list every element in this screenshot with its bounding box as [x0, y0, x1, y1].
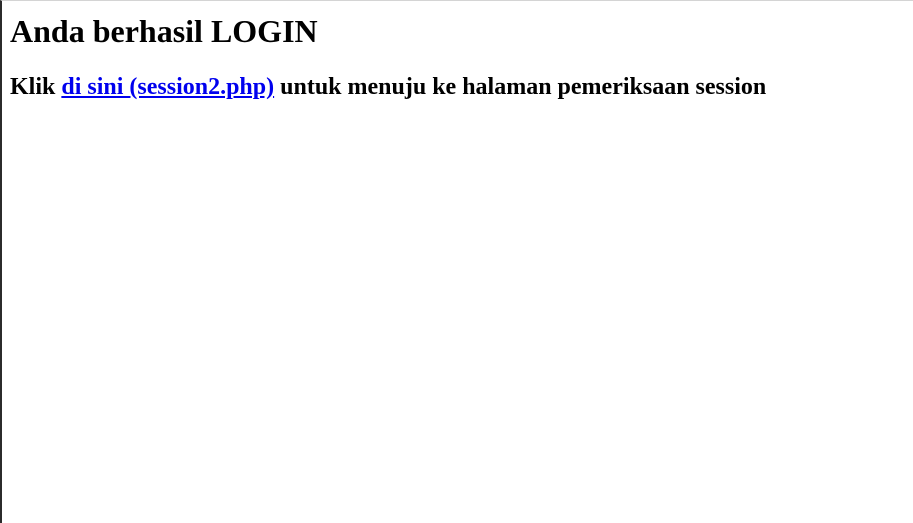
- page-title: Anda berhasil LOGIN: [10, 13, 318, 49]
- instruction-prefix: Klik: [10, 74, 62, 100]
- session2-link[interactable]: di sini (session2.php): [61, 74, 274, 100]
- instruction-text: Klik di sini (session2.php) untuk menuju…: [10, 73, 913, 101]
- instruction-suffix: untuk menuju ke halaman pemeriksaan sess…: [274, 74, 767, 100]
- page-content: Anda berhasil LOGIN Klik di sini (sessio…: [10, 1, 913, 101]
- browser-viewport: Anda berhasil LOGIN Klik di sini (sessio…: [0, 0, 913, 523]
